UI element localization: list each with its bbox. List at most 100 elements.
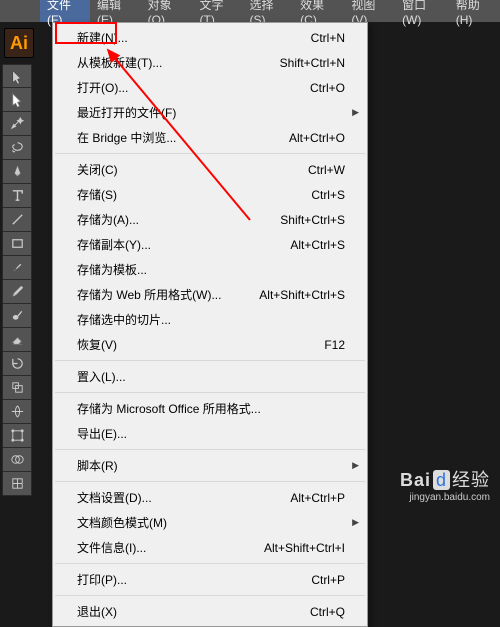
tools-panel	[2, 64, 34, 496]
menu-item-label: 存储为 Microsoft Office 所用格式...	[77, 400, 261, 417]
menu-item-shortcut: Alt+Ctrl+O	[289, 131, 345, 145]
menu-separator	[55, 449, 365, 450]
submenu-arrow-icon: ▶	[352, 460, 359, 471]
menu-item-shortcut: Ctrl+Q	[310, 605, 345, 619]
menu-6[interactable]: 视图(V)	[344, 0, 395, 22]
tool-line[interactable]	[2, 208, 32, 232]
tool-type[interactable]	[2, 184, 32, 208]
menu-4[interactable]: 选择(S)	[243, 0, 294, 22]
menu-item-label: 从模板新建(T)...	[77, 54, 162, 71]
menu-item-0[interactable]: 新建(N)... Ctrl+N	[53, 25, 367, 50]
menu-item-3[interactable]: 最近打开的文件(F) ▶	[53, 100, 367, 125]
menu-separator	[55, 360, 365, 361]
menu-item-6[interactable]: 关闭(C) Ctrl+W	[53, 157, 367, 182]
tool-free-transform[interactable]	[2, 424, 32, 448]
menu-item-9[interactable]: 存储副本(Y)... Alt+Ctrl+S	[53, 232, 367, 257]
menu-item-shortcut: Ctrl+S	[311, 188, 345, 202]
menu-item-label: 文档设置(D)...	[77, 489, 152, 506]
tool-rectangle[interactable]	[2, 232, 32, 256]
menu-item-label: 存储副本(Y)...	[77, 236, 151, 253]
tool-pencil[interactable]	[2, 280, 32, 304]
menu-item-label: 存储(S)	[77, 186, 117, 203]
tool-lasso[interactable]	[2, 136, 32, 160]
tool-blob[interactable]	[2, 304, 32, 328]
tool-mesh[interactable]	[2, 472, 32, 496]
menu-item-label: 关闭(C)	[77, 161, 118, 178]
menu-item-24[interactable]: 文件信息(I)... Alt+Shift+Ctrl+I	[53, 535, 367, 560]
submenu-arrow-icon: ▶	[352, 517, 359, 528]
tool-width[interactable]	[2, 400, 32, 424]
menu-item-label: 文档颜色模式(M)	[77, 514, 167, 531]
menu-0[interactable]: 文件(F)	[40, 0, 90, 22]
menu-item-label: 存储选中的切片...	[77, 311, 171, 328]
menu-item-label: 最近打开的文件(F)	[77, 104, 176, 121]
tool-direct-selection[interactable]	[2, 88, 32, 112]
menu-item-shortcut: Ctrl+O	[310, 81, 345, 95]
menu-item-label: 存储为模板...	[77, 261, 147, 278]
menubar: 文件(F)编辑(E)对象(O)文字(T)选择(S)效果(C)视图(V)窗口(W)…	[0, 0, 500, 22]
menu-item-10[interactable]: 存储为模板...	[53, 257, 367, 282]
menu-separator	[55, 153, 365, 154]
tool-rotate[interactable]	[2, 352, 32, 376]
tool-pen[interactable]	[2, 160, 32, 184]
tool-wand[interactable]	[2, 112, 32, 136]
menu-item-label: 存储为 Web 所用格式(W)...	[77, 286, 221, 303]
tool-brush[interactable]	[2, 256, 32, 280]
menu-item-shortcut: F12	[324, 338, 345, 352]
menu-item-label: 脚本(R)	[77, 457, 118, 474]
menu-item-shortcut: Ctrl+N	[311, 31, 345, 45]
menu-item-8[interactable]: 存储为(A)... Shift+Ctrl+S	[53, 207, 367, 232]
menu-8[interactable]: 帮助(H)	[449, 0, 500, 22]
menu-item-label: 置入(L)...	[77, 368, 126, 385]
menu-item-shortcut: Alt+Ctrl+P	[290, 491, 345, 505]
menu-item-shortcut: Alt+Shift+Ctrl+S	[259, 288, 345, 302]
tool-selection[interactable]	[2, 64, 32, 88]
menu-item-label: 打开(O)...	[77, 79, 128, 96]
menu-separator	[55, 392, 365, 393]
menu-item-label: 新建(N)...	[77, 29, 128, 46]
menu-item-label: 在 Bridge 中浏览...	[77, 129, 176, 146]
menu-item-22[interactable]: 文档设置(D)... Alt+Ctrl+P	[53, 485, 367, 510]
menu-item-7[interactable]: 存储(S) Ctrl+S	[53, 182, 367, 207]
menu-item-shortcut: Shift+Ctrl+N	[280, 56, 345, 70]
menu-2[interactable]: 对象(O)	[141, 0, 193, 22]
menu-item-18[interactable]: 导出(E)...	[53, 421, 367, 446]
menu-item-label: 文件信息(I)...	[77, 539, 146, 556]
menu-item-label: 恢复(V)	[77, 336, 117, 353]
menu-item-13[interactable]: 恢复(V) F12	[53, 332, 367, 357]
watermark: Baid经验 jingyan.baidu.com	[400, 466, 490, 503]
menu-item-2[interactable]: 打开(O)... Ctrl+O	[53, 75, 367, 100]
menu-item-20[interactable]: 脚本(R) ▶	[53, 453, 367, 478]
tool-scale[interactable]	[2, 376, 32, 400]
menu-item-23[interactable]: 文档颜色模式(M) ▶	[53, 510, 367, 535]
menu-item-12[interactable]: 存储选中的切片...	[53, 307, 367, 332]
menu-item-28[interactable]: 退出(X) Ctrl+Q	[53, 599, 367, 624]
tool-shape-builder[interactable]	[2, 448, 32, 472]
menu-3[interactable]: 文字(T)	[193, 0, 243, 22]
menu-item-label: 导出(E)...	[77, 425, 127, 442]
menu-separator	[55, 563, 365, 564]
menu-item-shortcut: Alt+Shift+Ctrl+I	[264, 541, 345, 555]
menu-item-label: 退出(X)	[77, 603, 117, 620]
menu-item-11[interactable]: 存储为 Web 所用格式(W)... Alt+Shift+Ctrl+S	[53, 282, 367, 307]
menu-item-shortcut: Ctrl+W	[308, 163, 345, 177]
menu-item-4[interactable]: 在 Bridge 中浏览... Alt+Ctrl+O	[53, 125, 367, 150]
menu-separator	[55, 481, 365, 482]
menu-1[interactable]: 编辑(E)	[90, 0, 141, 22]
tool-eraser[interactable]	[2, 328, 32, 352]
menu-item-26[interactable]: 打印(P)... Ctrl+P	[53, 567, 367, 592]
submenu-arrow-icon: ▶	[352, 107, 359, 118]
menu-item-shortcut: Ctrl+P	[311, 573, 345, 587]
menu-7[interactable]: 窗口(W)	[395, 0, 449, 22]
menu-item-shortcut: Alt+Ctrl+S	[290, 238, 345, 252]
menu-item-label: 打印(P)...	[77, 571, 127, 588]
menu-item-label: 存储为(A)...	[77, 211, 139, 228]
file-menu-dropdown: 新建(N)... Ctrl+N 从模板新建(T)... Shift+Ctrl+N 打开(…	[52, 22, 368, 627]
menu-item-shortcut: Shift+Ctrl+S	[280, 213, 345, 227]
menu-separator	[55, 595, 365, 596]
app-logo: Ai	[4, 28, 34, 58]
menu-item-17[interactable]: 存储为 Microsoft Office 所用格式...	[53, 396, 367, 421]
menu-item-1[interactable]: 从模板新建(T)... Shift+Ctrl+N	[53, 50, 367, 75]
menu-5[interactable]: 效果(C)	[293, 0, 344, 22]
menu-item-15[interactable]: 置入(L)...	[53, 364, 367, 389]
